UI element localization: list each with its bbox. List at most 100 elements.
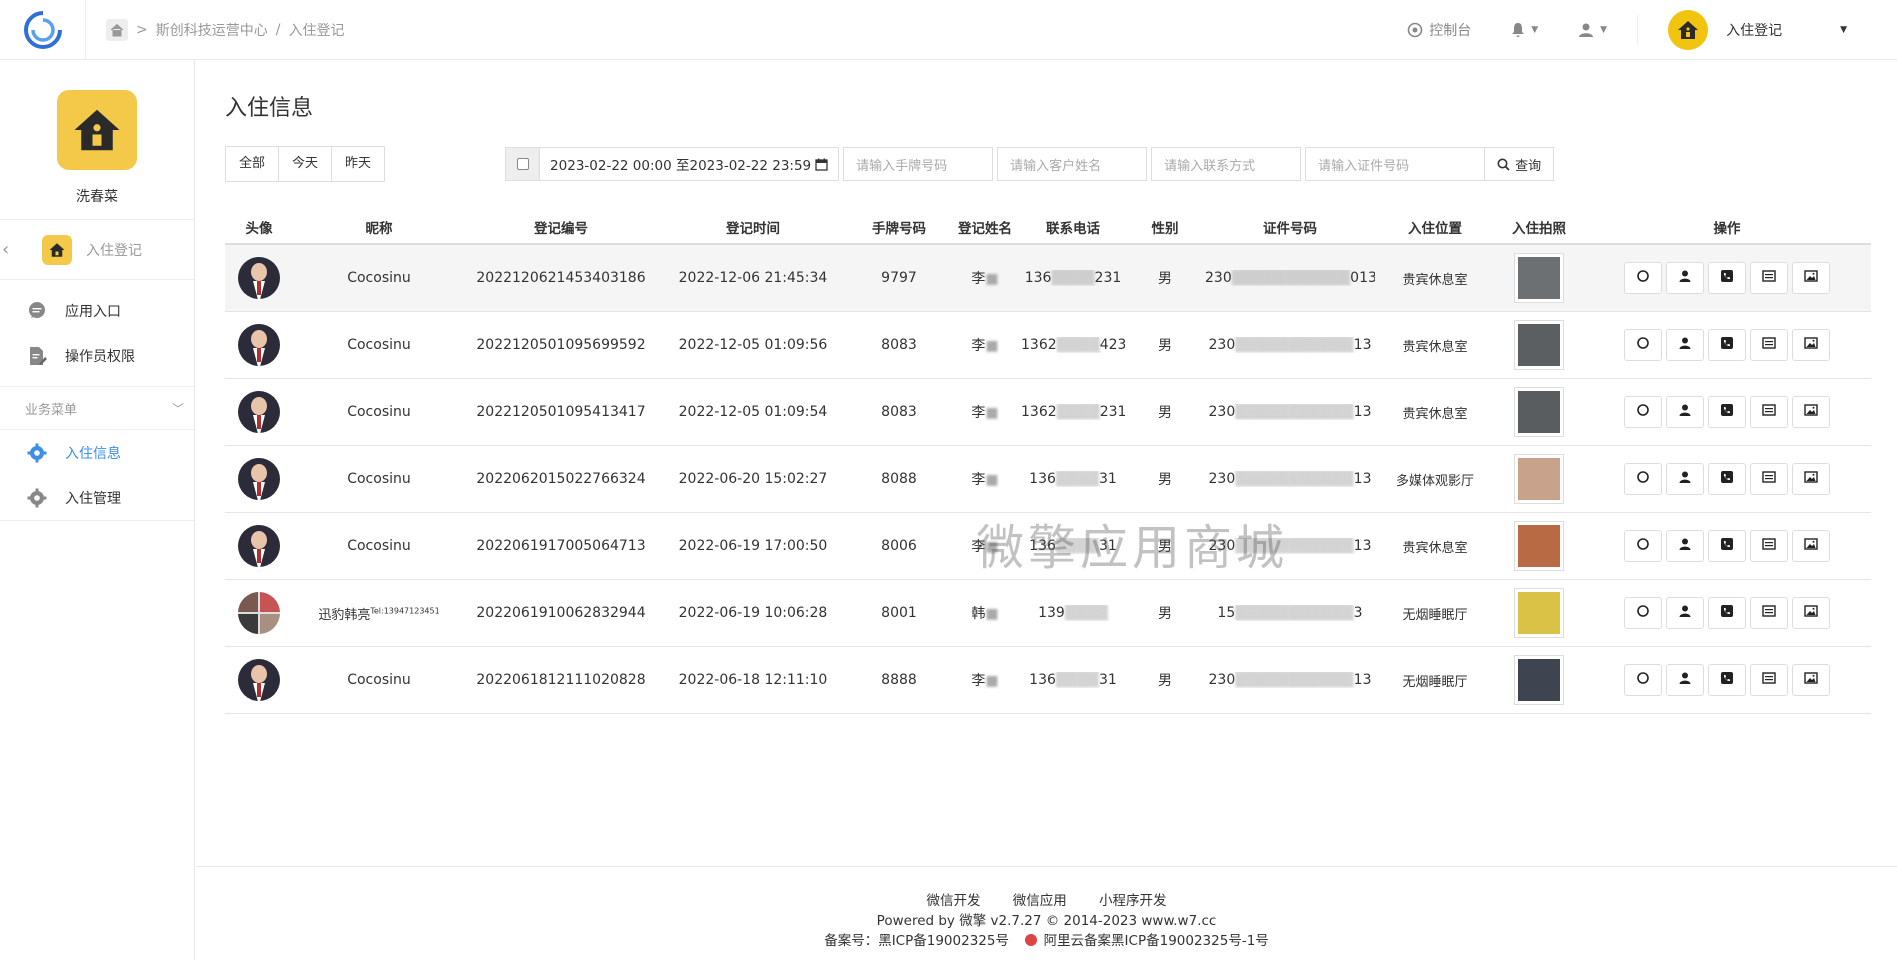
chevron-left-icon[interactable]: ‹	[0, 239, 14, 260]
console-link[interactable]: 控制台	[1387, 20, 1491, 40]
redacted-mask: ▒▒▒▒	[1055, 672, 1099, 688]
circle-action-button[interactable]	[1624, 664, 1662, 696]
user-action-button[interactable]	[1666, 262, 1704, 294]
list-action-button[interactable]	[1750, 664, 1788, 696]
query-button[interactable]: 查询	[1485, 147, 1555, 181]
checkin-photo[interactable]	[1514, 253, 1564, 303]
user-action-button[interactable]	[1666, 329, 1704, 361]
reg-no-cell: 2022120501095413417	[476, 404, 646, 420]
checkin-photo[interactable]	[1514, 521, 1564, 571]
image-action-button[interactable]	[1792, 463, 1830, 495]
phone-action-button[interactable]	[1708, 463, 1746, 495]
user-action-button[interactable]	[1666, 396, 1704, 428]
phone-action-button[interactable]	[1708, 329, 1746, 361]
name-text: 李	[971, 472, 986, 488]
image-icon	[1804, 269, 1818, 287]
sidebar-item-checkin-info[interactable]: 入住信息	[0, 430, 194, 475]
gear-icon	[27, 488, 47, 507]
sidebar-item-checkin-manage[interactable]: 入住管理	[0, 475, 194, 520]
tel-suffix: 4231	[1099, 337, 1125, 353]
list-action-button[interactable]	[1750, 396, 1788, 428]
checkin-photo[interactable]	[1514, 588, 1564, 638]
tel-cell: 136▒▒▒▒231	[1021, 270, 1125, 286]
table-body: Cocosinu 2022120621453403186 2022-12-06 21…	[225, 245, 1871, 714]
circle-action-button[interactable]	[1624, 463, 1662, 495]
user-action-button[interactable]	[1666, 530, 1704, 562]
circle-action-button[interactable]	[1624, 329, 1662, 361]
table-row[interactable]: Cocosinu 2022120501095413417 2022-12-05 01…	[225, 379, 1871, 446]
range-all-button[interactable]: 全部	[226, 147, 280, 181]
app-logo[interactable]	[0, 0, 86, 60]
image-action-button[interactable]	[1792, 664, 1830, 696]
sidebar-item-operator-permissions[interactable]: 操作员权限	[0, 333, 194, 378]
breadcrumb-org[interactable]: 斯创科技运营中心	[156, 20, 268, 40]
range-today-button[interactable]: 今天	[279, 147, 333, 181]
list-action-button[interactable]	[1750, 463, 1788, 495]
phone-action-button[interactable]	[1708, 396, 1746, 428]
table-row[interactable]: Cocosinu 2022120621453403186 2022-12-06 21…	[225, 245, 1871, 312]
sex-cell: 男	[1158, 673, 1172, 689]
image-action-button[interactable]	[1792, 262, 1830, 294]
chevron-down-icon: ▼	[1840, 24, 1847, 35]
image-action-button[interactable]	[1792, 597, 1830, 629]
col-hand-no: 手牌号码	[872, 220, 926, 237]
date-enable-checkbox[interactable]	[506, 148, 541, 180]
table-row[interactable]: Cocosinu 2022120501095699592 2022-12-05 01…	[225, 312, 1871, 379]
list-action-button[interactable]	[1750, 329, 1788, 361]
customer-name-input[interactable]: 请输入客户姓名	[997, 147, 1148, 181]
reg-time-cell: 2022-12-05 01:09:56	[678, 337, 828, 353]
user-menu[interactable]: ▼	[1558, 22, 1627, 38]
id-prefix: 230	[1205, 270, 1232, 286]
icp-record[interactable]: 备案号：黑ICP备19002325号	[824, 933, 1009, 949]
phone-action-button[interactable]	[1708, 262, 1746, 294]
phone-action-button[interactable]	[1708, 664, 1746, 696]
hand-number-input[interactable]: 请输入手牌号码	[843, 147, 994, 181]
circle-action-button[interactable]	[1624, 530, 1662, 562]
photo-cell	[1495, 588, 1583, 638]
business-menu-group[interactable]: 业务菜单 ﹀	[0, 386, 194, 430]
table-row[interactable]: Cocosinu 2022062015022766324 2022-06-20 15…	[225, 446, 1871, 513]
home-icon[interactable]	[106, 18, 128, 41]
avatar-cell	[225, 324, 293, 366]
checkin-photo[interactable]	[1514, 320, 1564, 370]
list-action-button[interactable]	[1750, 530, 1788, 562]
table-row[interactable]: 迅豹韩亮Tel:13947123451 2022061910062832944 20…	[225, 580, 1871, 647]
date-range-picker[interactable]: 2023-02-22 00:00 至2023-02-22 23:59	[505, 147, 840, 181]
user-action-button[interactable]	[1666, 597, 1704, 629]
list-action-button[interactable]	[1750, 597, 1788, 629]
current-module[interactable]: ‹ 入住登记	[0, 220, 194, 280]
image-action-button[interactable]	[1792, 530, 1830, 562]
circle-action-button[interactable]	[1624, 262, 1662, 294]
footer-link-wechat-apps[interactable]: 微信应用	[1013, 893, 1067, 909]
contact-input[interactable]: 请输入联系方式	[1151, 147, 1302, 181]
table-row[interactable]: Cocosinu 2022061812111020828 2022-06-18 12…	[225, 647, 1871, 714]
circle-action-button[interactable]	[1624, 396, 1662, 428]
checkin-photo[interactable]	[1514, 387, 1564, 437]
police-badge-icon	[1025, 934, 1038, 946]
tel-suffix: 31	[1098, 672, 1117, 688]
checkin-photo[interactable]	[1514, 655, 1564, 705]
footer-link-wechat-dev[interactable]: 微信开发	[926, 893, 980, 909]
name-cell: 李■	[949, 536, 1021, 556]
hand-no-cell: 9797	[881, 270, 917, 286]
image-action-button[interactable]	[1792, 329, 1830, 361]
checkin-photo[interactable]	[1514, 454, 1564, 504]
range-yesterday-button[interactable]: 昨天	[332, 147, 385, 181]
notification-menu[interactable]: ▼	[1491, 22, 1558, 38]
account-switcher[interactable]: 入住登记 ▼	[1648, 9, 1897, 50]
user-icon	[1678, 537, 1692, 555]
circle-action-button[interactable]	[1624, 597, 1662, 629]
user-action-button[interactable]	[1666, 463, 1704, 495]
location-cell: 贵宾休息室	[1402, 272, 1468, 288]
id-number-input[interactable]: 请输入证件号码	[1305, 147, 1486, 181]
table-row[interactable]: Cocosinu 2022061917005064713 2022-06-19 17…	[225, 513, 1871, 580]
icp-record-2[interactable]: 阿里云备案黑ICP备19002325号-1号	[1044, 933, 1269, 949]
image-action-button[interactable]	[1792, 396, 1830, 428]
phone-action-button[interactable]	[1708, 530, 1746, 562]
id-cell: 230▒▒▒▒▒▒▒▒▒▒▒13	[1205, 538, 1375, 554]
phone-action-button[interactable]	[1708, 597, 1746, 629]
user-action-button[interactable]	[1666, 664, 1704, 696]
list-action-button[interactable]	[1750, 262, 1788, 294]
sidebar-item-app-entry[interactable]: 应用入口	[0, 288, 194, 333]
footer-link-miniprogram[interactable]: 小程序开发	[1099, 893, 1167, 909]
